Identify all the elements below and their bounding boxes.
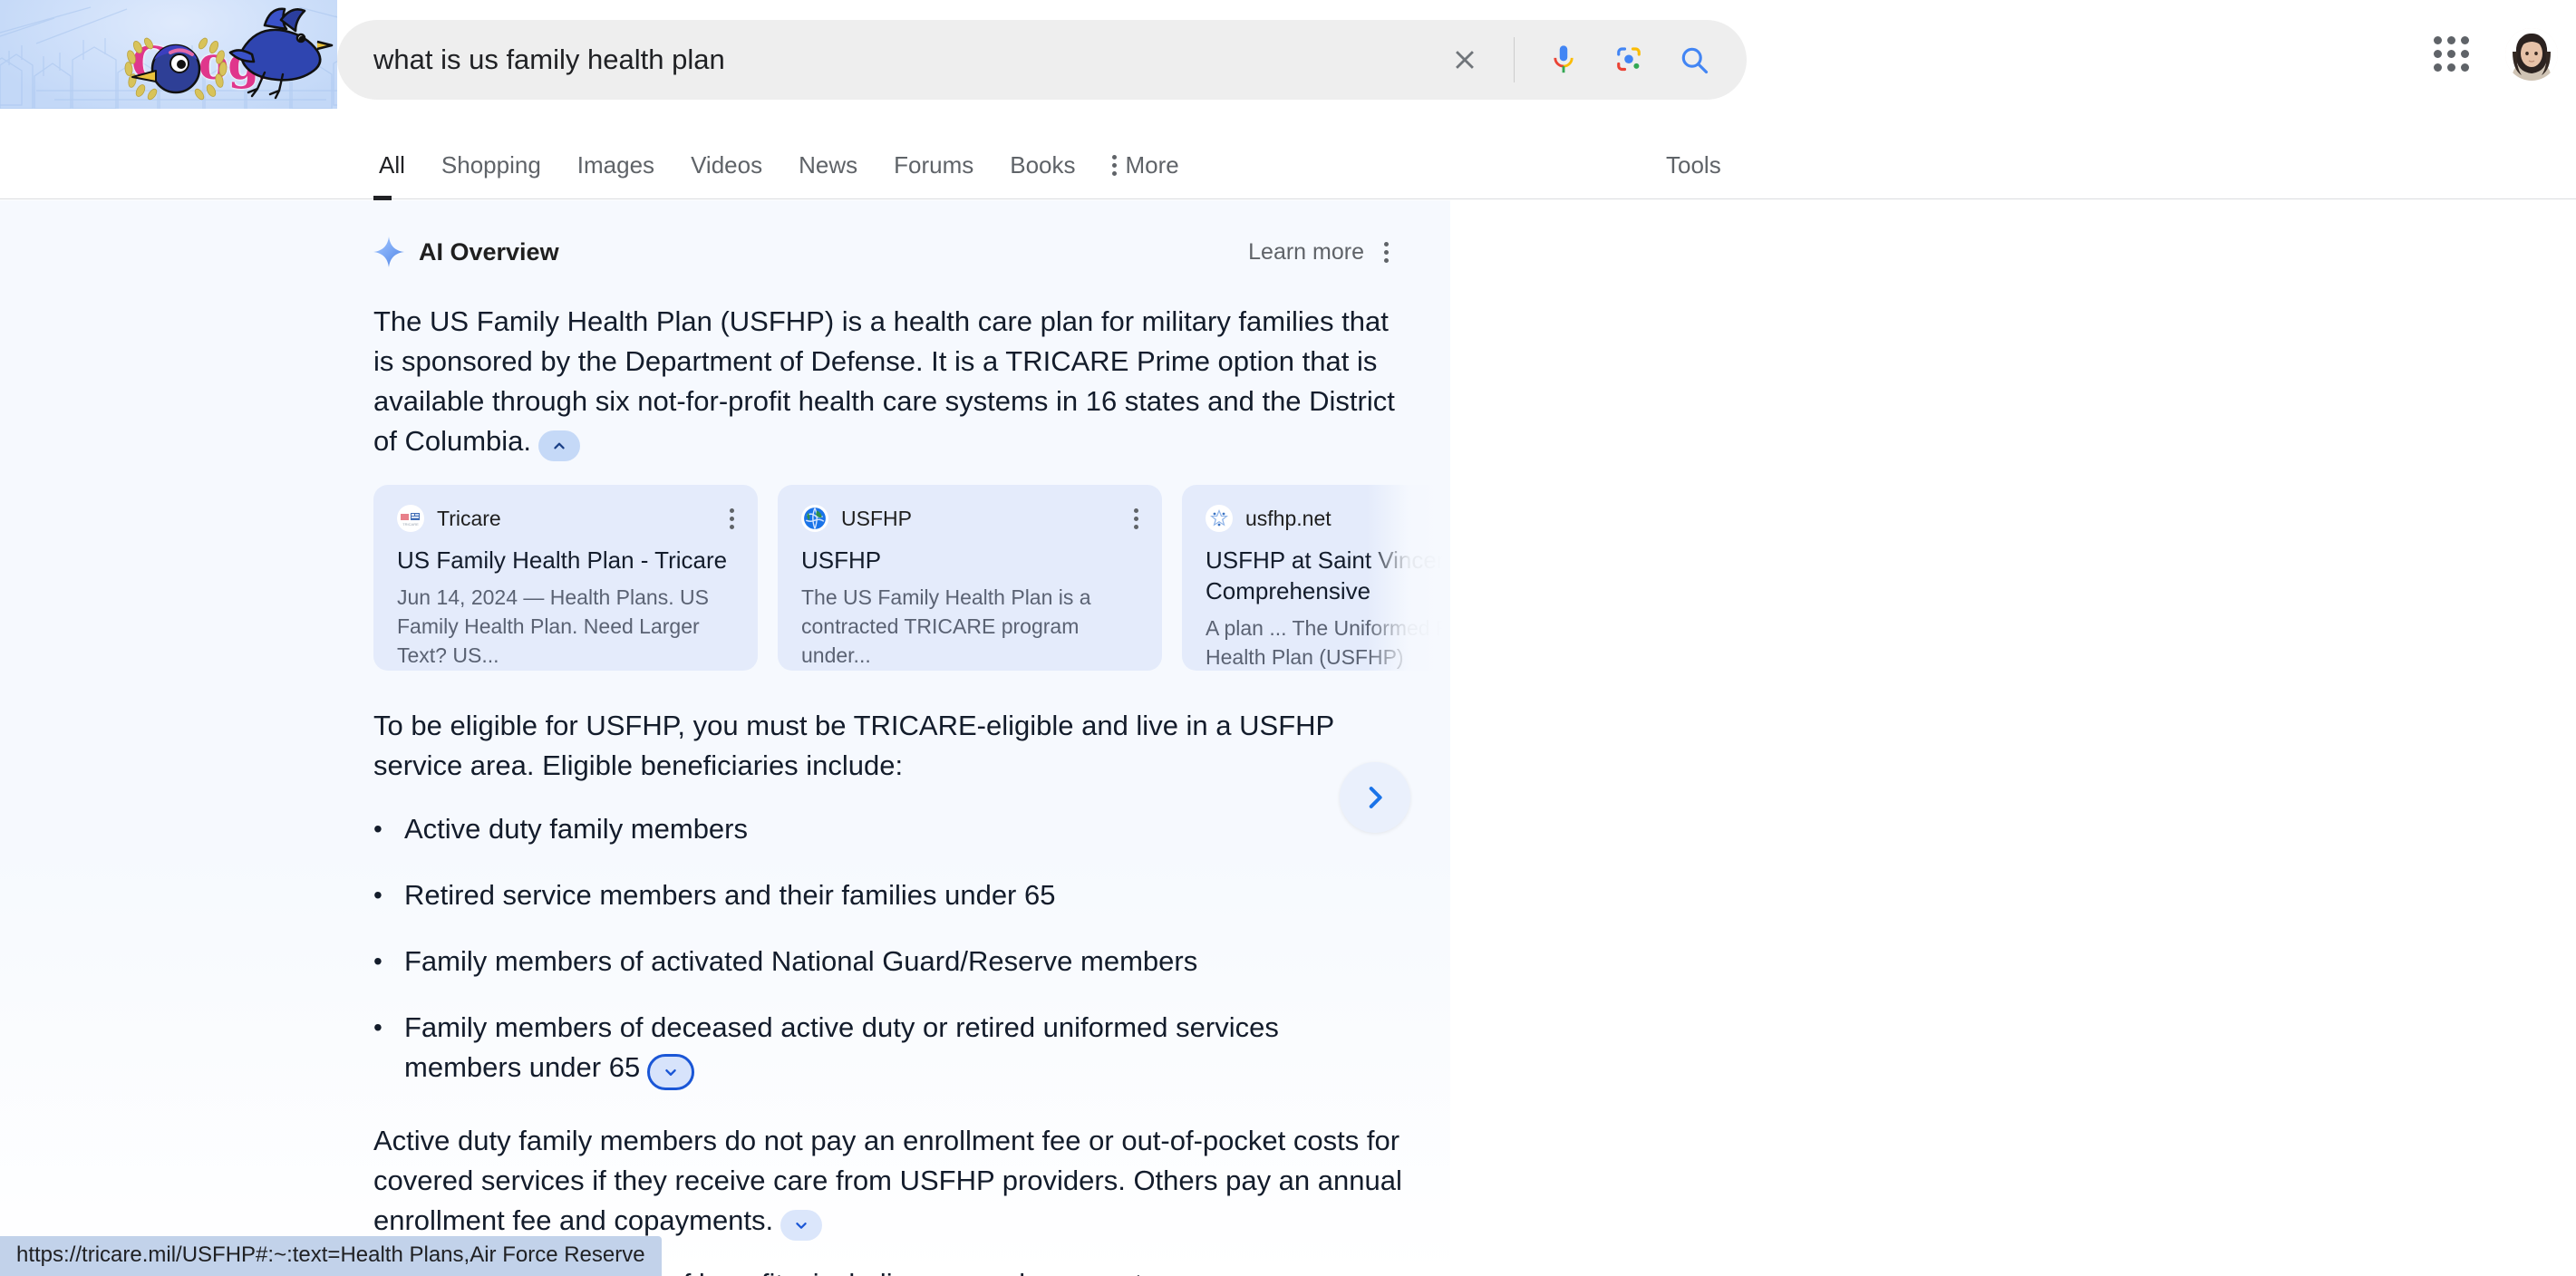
google-doodle[interactable]: Google <box>0 0 337 109</box>
avatar-photo <box>2505 27 2558 81</box>
lens-search-button[interactable] <box>1596 33 1661 87</box>
search-submit-button[interactable] <box>1661 33 1727 87</box>
tab-more[interactable]: More <box>1111 151 1202 199</box>
paragraph-3-expand-button[interactable] <box>780 1210 823 1241</box>
source-card-title[interactable]: USFHP at Saint Vincent of Comprehensive <box>1206 545 1443 606</box>
source-card-snippet: Jun 14, 2024 — Health Plans. US Family H… <box>397 585 709 667</box>
tricare-logo-icon: TRICARE <box>398 506 423 531</box>
tab-all[interactable]: All <box>373 151 428 200</box>
ai-overview-paragraph-3: Active duty family members do not pay an… <box>373 1121 1402 1241</box>
paragraph-1-text: The US Family Health Plan (USFHP) is a h… <box>373 305 1395 457</box>
source-card[interactable]: usfhp.net USFHP at Saint Vincent of Comp… <box>1182 485 1443 671</box>
paragraph-1-collapse-button[interactable] <box>538 430 581 461</box>
source-card-site: Tricare <box>437 506 501 530</box>
voice-search-button[interactable] <box>1531 33 1596 87</box>
ai-overview-panel: AI Overview Learn more The US Family Hea… <box>0 200 1450 1276</box>
source-card-snippet: A plan ... The Uniformed Family Health P… <box>1206 616 1443 669</box>
search-input[interactable]: what is us family health plan <box>373 44 1432 76</box>
list-item-expand-button[interactable] <box>647 1054 695 1090</box>
doodle-bird-right-icon <box>228 7 334 100</box>
source-card-menu-button[interactable] <box>1134 508 1138 529</box>
learn-more-link[interactable]: Learn more <box>1248 239 1364 266</box>
list-item: • Active duty family members <box>373 809 1402 849</box>
tab-images[interactable]: Images <box>577 151 677 199</box>
list-item-text: Active duty family members <box>404 813 748 845</box>
carousel-next-button[interactable] <box>1340 762 1410 833</box>
source-card-site: usfhp.net <box>1245 506 1332 530</box>
bullet-icon: • <box>373 1013 383 1041</box>
chevron-right-icon <box>1369 787 1382 808</box>
source-card-menu-button[interactable] <box>730 508 734 529</box>
ai-overview-menu-button[interactable] <box>1384 241 1389 263</box>
source-card-site: USFHP <box>841 506 912 530</box>
tab-books[interactable]: Books <box>1010 151 1098 199</box>
tricare-favicon: TRICARE <box>397 505 424 532</box>
source-card[interactable]: USFHP USFHP The US Family Health Plan is… <box>778 485 1162 671</box>
chevron-down-icon <box>796 1223 807 1229</box>
top-right-controls <box>2425 27 2558 81</box>
clear-search-button[interactable] <box>1432 33 1497 87</box>
tools-button[interactable]: Tools <box>1666 118 1721 199</box>
search-bar[interactable]: what is us family health plan <box>337 20 1747 100</box>
ai-overview-paragraph-2: To be eligible for USFHP, you must be TR… <box>373 710 1334 781</box>
source-card-snippet: The US Family Health Plan is a contracte… <box>801 585 1091 667</box>
list-item: • Retired service members and their fami… <box>373 875 1402 915</box>
star-burst-icon <box>1206 506 1232 531</box>
search-divider <box>1514 37 1515 82</box>
globe-icon <box>804 508 826 529</box>
list-item-text: Family members of activated National Gua… <box>404 945 1198 977</box>
bullet-icon: • <box>373 881 383 909</box>
globe-favicon <box>801 505 828 532</box>
ai-overview-paragraph-1: The US Family Health Plan (USFHP) is a h… <box>373 302 1402 461</box>
list-item-text: Family members of deceased active duty o… <box>404 1008 1402 1090</box>
tab-videos[interactable]: Videos <box>691 151 785 199</box>
tab-forums[interactable]: Forums <box>894 151 996 199</box>
status-bar-url: https://tricare.mil/USFHP#:~:text=Health… <box>0 1236 662 1276</box>
ai-overview-header: AI Overview Learn more <box>373 237 1389 267</box>
kebab-vertical-icon <box>1111 155 1117 176</box>
usfhp-star-favicon <box>1206 505 1233 532</box>
search-nav-bar: All Shopping Images Videos News Forums B… <box>0 118 2576 200</box>
chevron-up-icon <box>554 442 565 450</box>
chevron-down-icon <box>665 1068 676 1076</box>
list-item: • Family members of activated National G… <box>373 942 1402 981</box>
bullet-icon: • <box>373 815 383 843</box>
list-item-label: Family members of deceased active duty o… <box>404 1011 1279 1083</box>
source-card-title[interactable]: USFHP <box>801 545 1138 575</box>
microphone-icon <box>1554 45 1574 73</box>
tab-more-label: More <box>1125 151 1179 179</box>
source-card-title[interactable]: US Family Health Plan - Tricare <box>397 545 734 575</box>
paragraph-3-text: Active duty family members do not pay an… <box>373 1125 1402 1236</box>
ai-overview-source-carousel[interactable]: TRICARE Tricare US Family Health Plan - … <box>373 485 1443 675</box>
source-card[interactable]: TRICARE Tricare US Family Health Plan - … <box>373 485 758 671</box>
page-header: Google what is us family health plan <box>0 0 2576 118</box>
tab-news[interactable]: News <box>799 151 880 199</box>
ai-overview-title: AI Overview <box>419 237 559 266</box>
close-icon <box>1456 51 1474 69</box>
apps-grid-icon[interactable] <box>2425 27 2478 81</box>
svg-text:TRICARE: TRICARE <box>402 522 419 527</box>
search-tabs: All Shopping Images Videos News Forums B… <box>373 118 1215 200</box>
eligibility-list: • Active duty family members • Retired s… <box>373 809 1402 1090</box>
google-lens-icon <box>1617 47 1641 72</box>
avatar[interactable] <box>2505 27 2558 81</box>
ai-sparkle-icon <box>373 237 404 267</box>
list-item: • Family members of deceased active duty… <box>373 1008 1402 1090</box>
search-icon <box>1681 47 1709 74</box>
list-item-text: Retired service members and their famili… <box>404 879 1056 911</box>
tab-shopping[interactable]: Shopping <box>441 151 564 199</box>
bullet-icon: • <box>373 947 383 975</box>
